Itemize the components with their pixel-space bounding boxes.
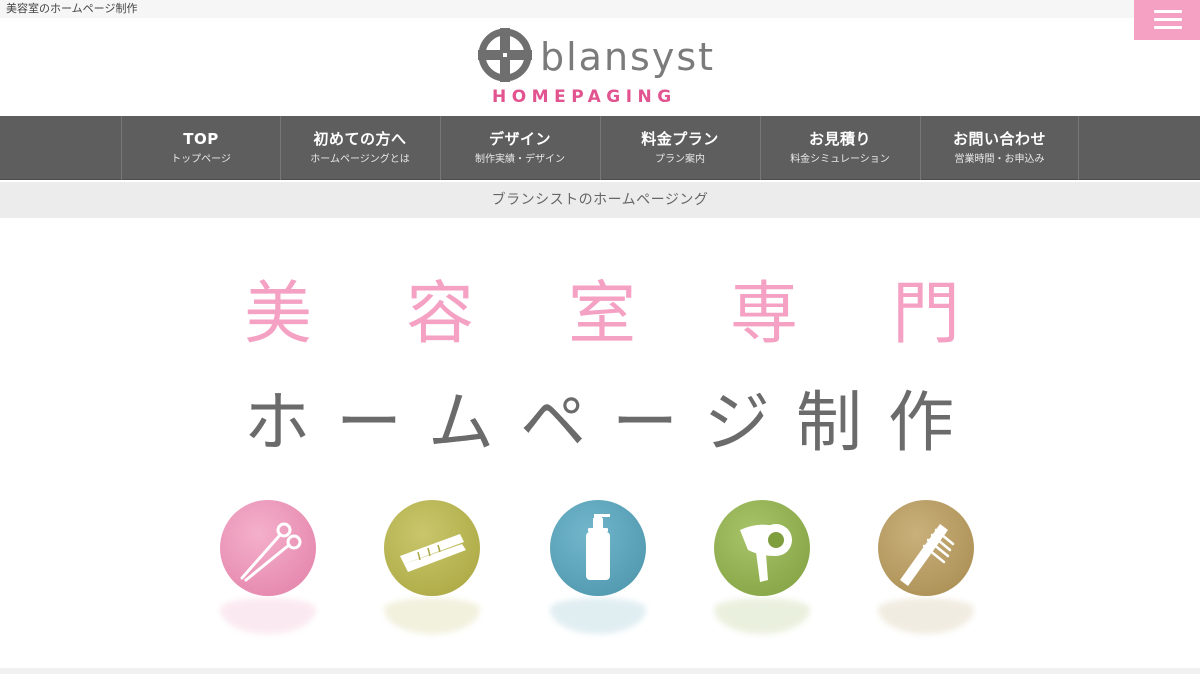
hero-char: ー xyxy=(612,384,678,461)
nav-item-sublabel: 営業時間・お申込み xyxy=(954,154,1045,165)
hero-char: 制 xyxy=(796,384,862,461)
main-navigation: TOP トップページ 初めての方へ ホームページングとは デザイン 制作実績・デ… xyxy=(0,116,1200,180)
nav-item-sublabel: ホームページングとは xyxy=(310,154,410,165)
hamburger-menu-button[interactable] xyxy=(1134,0,1200,40)
hero-char: 室 xyxy=(568,275,637,354)
nav-item-top[interactable]: TOP トップページ xyxy=(121,116,280,180)
nav-item-pricing[interactable]: 料金プラン プラン案内 xyxy=(600,116,759,180)
site-description: 美容室のホームページ制作 xyxy=(6,2,138,15)
hero-char: 作 xyxy=(888,384,954,461)
nav-item-label: 料金プラン xyxy=(641,130,719,148)
hero-char: ー xyxy=(336,384,402,461)
tagline: ブランシストのホームページング xyxy=(491,192,709,208)
nav-item-contact[interactable]: お問い合わせ 営業時間・お申込み xyxy=(920,116,1079,180)
shampoo-bottle-icon xyxy=(550,500,646,596)
hair-iron-icon xyxy=(384,500,480,596)
section-divider xyxy=(0,668,1200,674)
icon-reflection xyxy=(714,598,810,634)
nav-item-sublabel: 料金シミュレーション xyxy=(790,154,890,165)
tagline-band: ブランシストのホームページング xyxy=(0,182,1200,218)
icon-reflection xyxy=(550,598,646,634)
hero-char: 門 xyxy=(892,275,961,354)
nav-item-label: デザイン xyxy=(488,130,551,148)
hero-char: 専 xyxy=(730,275,799,354)
hero-char: ホ xyxy=(244,384,310,461)
nav-item-label: お見積り xyxy=(808,130,871,148)
hero-char: 美 xyxy=(244,275,313,354)
icon-reflection xyxy=(878,598,974,634)
logo-subtitle: HOMEPAGING xyxy=(492,87,677,107)
plus-circle-icon xyxy=(478,28,532,82)
nav-item-label: お問い合わせ xyxy=(952,130,1046,148)
nav-item-sublabel: トップページ xyxy=(171,154,231,165)
nav-item-sublabel: プラン案内 xyxy=(655,154,705,165)
icon-reflection xyxy=(220,598,316,634)
hero-char: ジ xyxy=(704,384,770,461)
hero-heading-line2: ホ ー ム ペ ー ジ 制 作 xyxy=(236,378,976,468)
hero-char: ペ xyxy=(520,384,586,461)
scissors-icon xyxy=(220,500,316,596)
comb-icon xyxy=(878,500,974,596)
hero-char: 容 xyxy=(406,275,475,354)
hero-heading-line1: 美 容 室 専 門 xyxy=(236,270,976,360)
nav-item-estimate[interactable]: お見積り 料金シミュレーション xyxy=(760,116,919,180)
icon-reflection xyxy=(384,598,480,634)
nav-item-label: 初めての方へ xyxy=(313,130,407,148)
hero-char: ム xyxy=(428,384,494,461)
nav-item-first-time[interactable]: 初めての方へ ホームページングとは xyxy=(280,116,439,180)
logo-wordmark: blansyst xyxy=(540,35,716,79)
top-bar: 美容室のホームページ制作 xyxy=(0,0,1200,18)
nav-item-sublabel: 制作実績・デザイン xyxy=(475,154,565,165)
nav-item-design[interactable]: デザイン 制作実績・デザイン xyxy=(440,116,599,180)
site-logo[interactable]: blansyst HOMEPAGING xyxy=(478,28,728,110)
nav-item-label: TOP xyxy=(183,130,219,148)
hair-dryer-icon xyxy=(714,500,810,596)
